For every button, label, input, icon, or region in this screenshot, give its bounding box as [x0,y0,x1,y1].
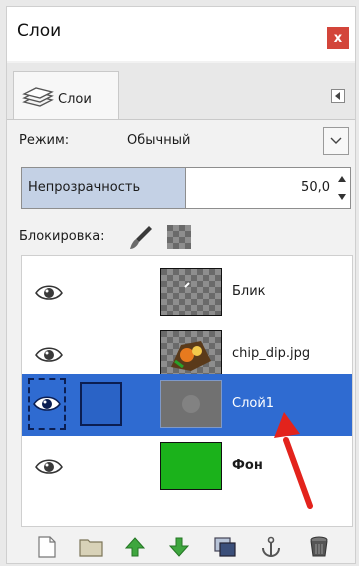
tab-label: Слои [58,92,92,107]
tab-bar: Слои [7,63,355,120]
layers-icon [22,86,54,114]
spin-up-icon[interactable] [336,170,348,188]
lock-alpha-icon[interactable] [167,225,191,249]
layer-name[interactable]: Слой1 [232,396,274,411]
layer-thumbnail [160,442,222,490]
raise-layer-icon[interactable] [123,535,147,559]
triangle-left-icon [335,92,340,100]
layer-name[interactable]: Блик [232,284,266,299]
anchor-layer-icon[interactable] [259,535,283,559]
layer-name[interactable]: Фон [232,458,263,473]
mode-select[interactable]: Обычный [127,133,190,148]
close-button[interactable]: x [327,27,349,49]
opacity-stepper[interactable] [336,170,348,206]
layer-name[interactable]: chip_dip.jpg [232,346,310,361]
new-group-icon[interactable] [79,535,103,559]
layer-thumbnail [160,268,222,316]
duplicate-layer-icon[interactable] [213,535,237,559]
mode-dropdown-button[interactable] [323,127,349,155]
lock-label: Блокировка: [19,229,105,244]
window-title: Слои [17,21,62,41]
titlebar: Слои x [7,7,355,61]
eye-icon[interactable] [28,378,66,430]
opacity-label: Непрозрачность [28,180,141,195]
lower-layer-icon[interactable] [167,535,191,559]
lock-pixels-brush-icon[interactable] [127,223,155,255]
layer-actions-bar [21,535,353,563]
layer-thumbnail [160,330,222,378]
delete-layer-icon[interactable] [307,535,331,559]
layer-row-sloy1[interactable]: Слой1 [22,374,352,436]
layer-list: Блик chip_dip.jpg Слой1 Фон [21,255,353,527]
new-layer-icon[interactable] [35,535,59,559]
mode-row: Режим: Обычный [7,125,355,159]
opacity-spinscale[interactable]: Непрозрачность 50,0 [21,167,351,209]
eye-icon[interactable] [34,342,64,368]
spin-down-icon[interactable] [336,188,348,206]
layers-dialog: Слои x Слои Режим: Обычный Непрозрачност… [6,6,356,564]
link-chain-toggle[interactable] [80,382,122,426]
layer-row-blik[interactable]: Блик [22,262,352,324]
eye-icon[interactable] [34,454,64,480]
tab-layers[interactable]: Слои [13,71,119,119]
opacity-value[interactable]: 50,0 [301,180,330,195]
close-icon: x [333,30,343,46]
lock-row: Блокировка: [7,221,355,251]
mode-label: Режим: [19,133,70,148]
chevron-down-icon [330,137,342,144]
eye-icon[interactable] [34,280,64,306]
layer-row-fon[interactable]: Фон [22,436,352,498]
layer-thumbnail [160,380,222,428]
panel-menu-button[interactable] [331,89,345,103]
